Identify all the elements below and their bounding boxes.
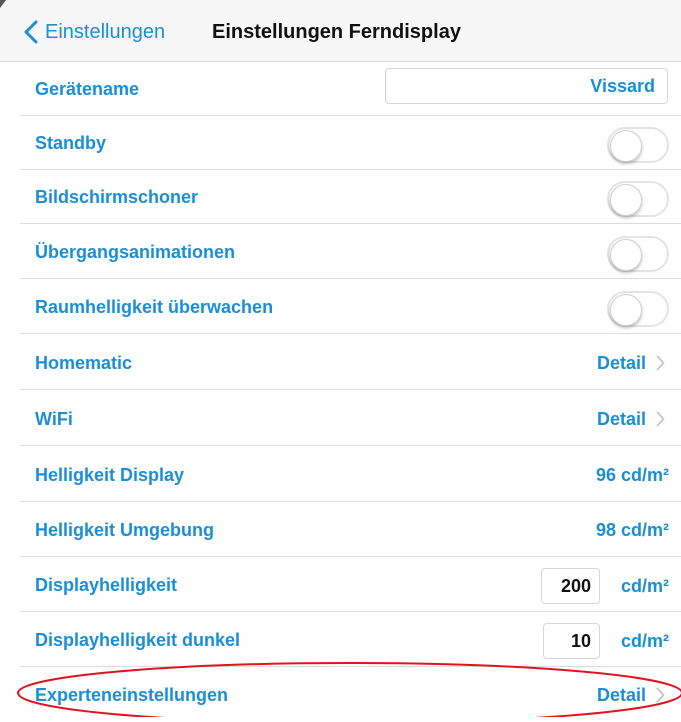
- room-brightness-toggle[interactable]: [607, 291, 669, 327]
- row-display-brightness-dark: Displayhelligkeit dunkel cd/m²: [0, 613, 681, 667]
- row-standby: Standby: [0, 116, 681, 170]
- row-brightness-display: Helligkeit Display 96 cd/m²: [0, 448, 681, 502]
- navigation-bar: Einstellungen Einstellungen Ferndisplay: [0, 0, 681, 62]
- room-brightness-label: Raumhelligkeit überwachen: [35, 297, 274, 317]
- display-brightness-unit: cd/m²: [620, 576, 669, 596]
- toggle-knob: [610, 130, 642, 162]
- display-brightness-field[interactable]: [541, 568, 600, 604]
- detail-label: Detail: [596, 684, 646, 705]
- toggle-knob: [610, 239, 642, 271]
- row-display-brightness: Displayhelligkeit cd/m²: [0, 558, 681, 612]
- chevron-right-icon: [656, 411, 665, 427]
- row-homematic[interactable]: Homematic Detail: [0, 336, 681, 390]
- chevron-right-icon: [656, 687, 665, 703]
- row-brightness-ambient: Helligkeit Umgebung 98 cd/m²: [0, 503, 681, 557]
- screensaver-toggle[interactable]: [607, 181, 669, 217]
- row-expert-settings[interactable]: Experteneinstellungen Detail: [0, 668, 681, 722]
- row-wifi[interactable]: WiFi Detail: [0, 392, 681, 446]
- brightness-ambient-label: Helligkeit Umgebung: [35, 520, 215, 540]
- toggle-knob: [610, 184, 642, 216]
- row-divider: [20, 445, 681, 446]
- chevron-left-icon: [24, 20, 38, 44]
- page-title: Einstellungen Ferndisplay: [212, 21, 461, 43]
- row-device-name: Gerätename: [0, 62, 681, 116]
- device-name-label: Gerätename: [35, 79, 140, 99]
- back-label: Einstellungen: [45, 20, 166, 43]
- row-divider: [20, 223, 681, 224]
- row-divider: [20, 333, 681, 334]
- transitions-toggle[interactable]: [607, 236, 669, 272]
- brightness-ambient-value: 98 cd/m²: [595, 520, 669, 540]
- row-divider: [20, 389, 681, 390]
- display-brightness-dark-unit: cd/m²: [620, 631, 669, 651]
- expert-settings-detail-link[interactable]: Detail: [597, 668, 665, 722]
- screen-corner: [0, 0, 6, 8]
- expert-settings-label: Experteneinstellungen: [35, 685, 229, 705]
- detail-label: Detail: [596, 408, 646, 429]
- display-brightness-label: Displayhelligkeit: [35, 575, 178, 595]
- row-divider: [20, 278, 681, 279]
- device-name-field[interactable]: [385, 68, 668, 104]
- homematic-detail-link[interactable]: Detail: [597, 336, 665, 390]
- row-divider: [20, 556, 681, 557]
- wifi-label: WiFi: [35, 409, 73, 429]
- toggle-knob: [610, 294, 642, 326]
- display-brightness-dark-label: Displayhelligkeit dunkel: [35, 630, 241, 650]
- brightness-display-value: 96 cd/m²: [595, 465, 669, 485]
- row-screensaver: Bildschirmschoner: [0, 170, 681, 224]
- row-divider: [20, 611, 681, 612]
- row-room-brightness: Raumhelligkeit überwachen: [0, 280, 681, 334]
- display-brightness-dark-field[interactable]: [543, 623, 600, 659]
- standby-label: Standby: [35, 133, 107, 153]
- homematic-label: Homematic: [35, 353, 133, 373]
- row-transitions: Übergangsanimationen: [0, 225, 681, 279]
- chevron-right-icon: [656, 355, 665, 371]
- back-button[interactable]: Einstellungen: [24, 16, 165, 48]
- row-divider: [20, 666, 681, 667]
- brightness-display-label: Helligkeit Display: [35, 465, 185, 485]
- standby-toggle[interactable]: [607, 127, 669, 163]
- wifi-detail-link[interactable]: Detail: [597, 392, 665, 446]
- screensaver-label: Bildschirmschoner: [35, 187, 199, 207]
- row-divider: [20, 501, 681, 502]
- transitions-label: Übergangsanimationen: [35, 242, 236, 262]
- detail-label: Detail: [596, 352, 646, 373]
